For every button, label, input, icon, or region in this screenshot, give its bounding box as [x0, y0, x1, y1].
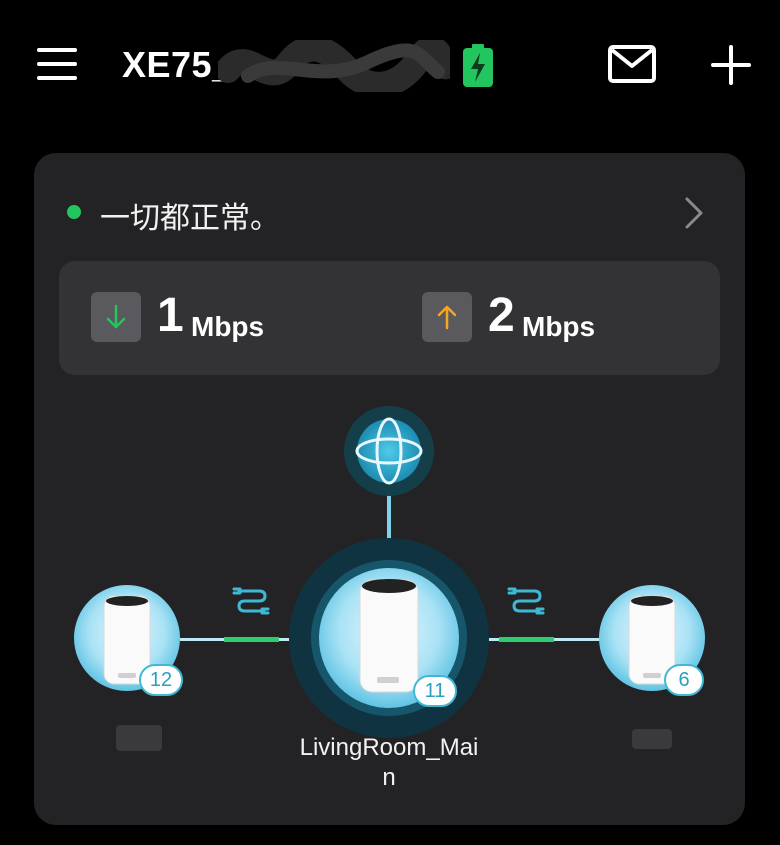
left-client-count: 12 — [139, 664, 183, 696]
network-status-card: 一切都正常。 1 Mbps 2 Mbps 12 11 6 LivingRoom_… — [34, 153, 745, 825]
status-indicator — [67, 205, 81, 219]
right-device-label-redacted — [632, 729, 672, 749]
arrow-up-icon — [422, 292, 472, 342]
menu-icon[interactable] — [37, 48, 77, 80]
ethernet-link-icon — [507, 587, 545, 615]
status-row[interactable]: 一切都正常。 — [34, 183, 745, 243]
chevron-right-icon[interactable] — [682, 195, 706, 231]
network-name: XE75_ — [122, 44, 233, 85]
status-text: 一切都正常。 — [100, 201, 280, 236]
globe-icon[interactable] — [355, 417, 423, 485]
mesh-topology: 12 11 6 LivingRoom_Mai n — [34, 393, 745, 813]
app-bar: XE75_ — [0, 0, 780, 130]
speed-panel: 1 Mbps 2 Mbps — [59, 261, 720, 375]
download-unit: Mbps — [191, 311, 265, 342]
redaction-scribble — [218, 40, 450, 92]
right-client-count: 6 — [664, 664, 704, 696]
main-device-name: LivingRoom_Mai n — [299, 734, 479, 791]
left-device-label-redacted — [116, 725, 162, 751]
main-device-label: LivingRoom_Mai n — [289, 733, 489, 793]
main-client-count: 11 — [413, 675, 457, 707]
battery-charging-icon — [463, 44, 493, 87]
add-icon[interactable] — [709, 43, 753, 87]
main-router-icon[interactable] — [359, 579, 419, 693]
arrow-down-icon — [91, 292, 141, 342]
upload-value: 2 — [488, 289, 515, 342]
upload-unit: Mbps — [522, 311, 596, 342]
download-value: 1 — [157, 289, 184, 342]
mail-icon[interactable] — [608, 44, 656, 84]
ethernet-link-icon — [232, 587, 270, 615]
